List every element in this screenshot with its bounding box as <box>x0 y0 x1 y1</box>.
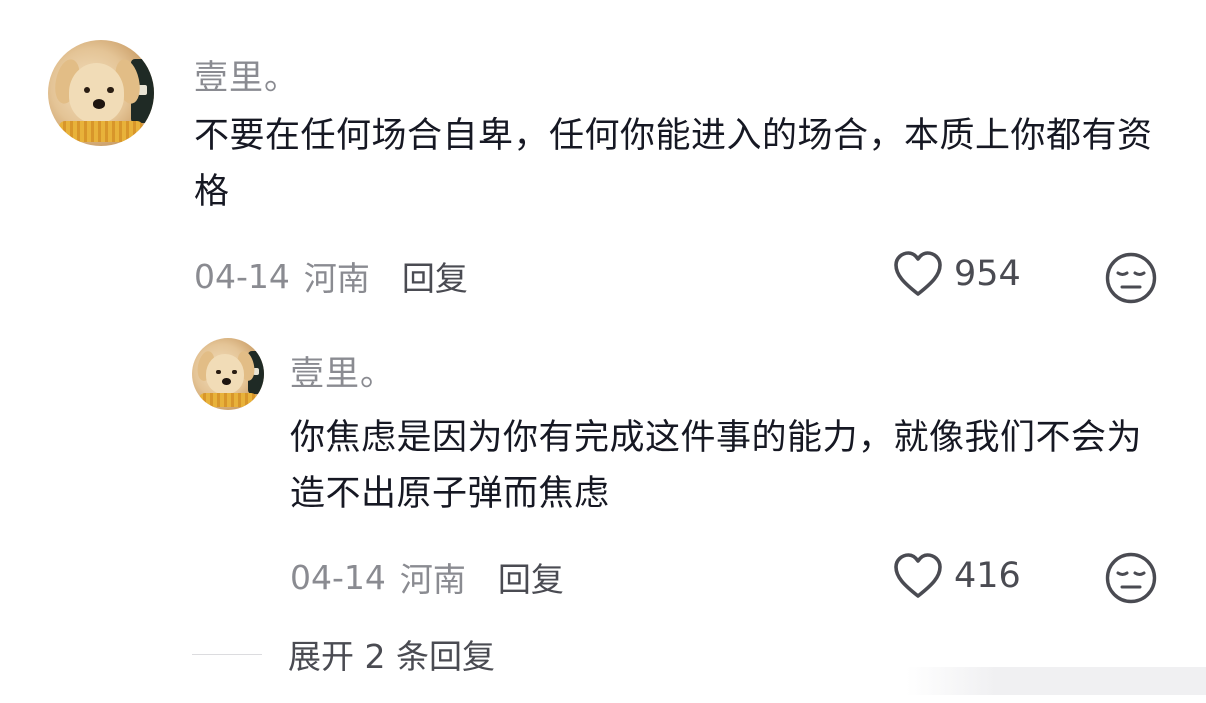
unamused-face-icon <box>1105 252 1157 304</box>
comment-username[interactable]: 壹里。 <box>194 50 299 99</box>
reply-date: 04-14 <box>290 557 386 597</box>
comment-date: 04-14 <box>194 256 290 296</box>
like-count: 416 <box>954 556 1021 596</box>
avatar-dog-face <box>206 353 244 395</box>
avatar-dog-face <box>69 63 125 123</box>
avatar[interactable] <box>192 338 264 410</box>
avatar-fries <box>199 392 257 408</box>
avatar-nose <box>92 99 106 109</box>
like-count: 954 <box>954 254 1021 294</box>
dislike-button[interactable] <box>1104 251 1158 309</box>
avatar-nose <box>222 378 231 385</box>
divider-line <box>192 653 262 655</box>
avatar-eye-left <box>216 369 221 374</box>
avatar-fries <box>58 120 144 142</box>
reply-button[interactable]: 回复 <box>498 553 564 601</box>
comment-meta: 04-14 河南 回复 <box>194 252 468 300</box>
reply-button[interactable]: 回复 <box>402 252 468 300</box>
reply-location: 河南 <box>399 560 466 599</box>
avatar-eye-right <box>232 369 237 374</box>
avatar-eye-right <box>107 86 114 93</box>
reply-meta: 04-14 河南 回复 <box>290 553 564 601</box>
reply-text: 你焦虑是因为你有完成这件事的能力，就像我们不会为造不出原子弹而焦虑 <box>290 418 1143 514</box>
like-button[interactable]: 416 <box>892 552 1021 600</box>
like-button[interactable]: 954 <box>892 250 1021 298</box>
avatar[interactable] <box>48 40 154 146</box>
heart-outline-icon <box>894 251 942 296</box>
expand-replies-label[interactable]: 展开 2 条回复 <box>288 630 495 678</box>
unamused-face-icon <box>1105 552 1157 604</box>
reply-username[interactable]: 壹里。 <box>290 346 395 395</box>
heart-outline-icon <box>894 553 942 598</box>
comment-location: 河南 <box>303 259 370 298</box>
dislike-button[interactable] <box>1104 551 1158 609</box>
watermark <box>906 667 1206 695</box>
comment-text: 不要在任何场合自卑，任何你能进入的场合，本质上你都有资格 <box>194 116 1153 212</box>
expand-replies[interactable]: 展开 2 条回复 <box>192 630 495 678</box>
